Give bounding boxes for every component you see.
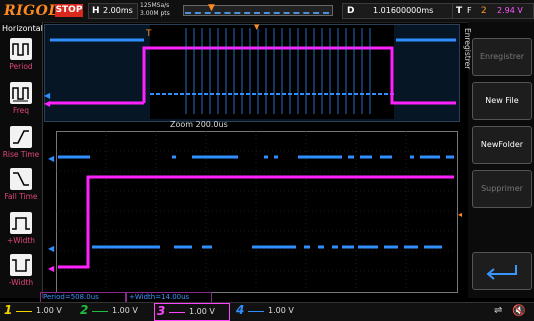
rise-time-label: Rise Time [2, 150, 40, 159]
delay-value: 1.01600000ms [373, 6, 434, 15]
new-folder-button[interactable]: NewFolder [472, 126, 532, 164]
channel-1-number: 1 [4, 303, 13, 317]
measure-negative-width[interactable]: -Width [0, 254, 42, 296]
channel-3-number: 3 [157, 304, 166, 318]
fall-time-label: Fall Time [4, 192, 38, 201]
trigger-key: T [456, 6, 463, 16]
timebase-value: 2.00ms [103, 6, 133, 15]
period-label: Period [9, 62, 33, 71]
trigger-level-marker: ◀ [458, 210, 462, 219]
brand-logo: RIGOL [4, 3, 59, 19]
overview-ch3-level-marker: ◀ [44, 99, 51, 108]
fall-time-icon [10, 168, 32, 190]
trigger-type: F [467, 6, 472, 15]
memory-position-strip[interactable]: ▼ [183, 3, 333, 16]
channel-4-color-bar [248, 311, 264, 312]
softkey-menu-title: Enregistrer [463, 28, 472, 70]
channel-4-button[interactable]: 4 1.00 V [234, 303, 308, 319]
delay-key: D [347, 6, 355, 16]
positive-width-label: +Width [6, 236, 36, 245]
grid-lines [56, 131, 456, 291]
negative-width-label: -Width [8, 278, 34, 287]
horizontal-key: H [92, 6, 100, 16]
new-file-button[interactable]: New File [472, 82, 532, 120]
channel-2-color-bar [92, 311, 108, 312]
overview-traces: T ▼ ◀ ◀ [44, 24, 456, 114]
positive-width-icon [10, 212, 32, 234]
channel-4-number: 4 [236, 303, 245, 317]
sample-rate: 125MSa/s [140, 2, 170, 9]
trigger-source: 2 [481, 6, 487, 16]
timebase-box[interactable]: H 2.00ms [88, 3, 138, 19]
usb-icon: ⇌ [494, 305, 503, 316]
trigger-box[interactable]: T F 2 2.94 V [452, 3, 534, 19]
ch3-trace [58, 175, 454, 269]
measure-rise-time[interactable]: Rise Time [0, 126, 42, 168]
ch4-trace [58, 155, 454, 249]
channel-3-button[interactable]: 3 1.00 V [154, 303, 230, 321]
channel-2-scale: 1.00 V [112, 306, 138, 315]
channel-1-color-bar [16, 311, 32, 312]
rise-time-icon [10, 126, 32, 148]
speaker-muted-icon[interactable]: 🔇 [512, 304, 526, 317]
delete-button[interactable]: Supprimer [472, 170, 532, 208]
run-stop-badge[interactable]: STOP [55, 4, 83, 17]
frequency-icon [10, 82, 32, 104]
measure-frequency[interactable]: Freq [0, 82, 42, 124]
period-icon [10, 38, 32, 60]
frequency-label: Freq [12, 106, 30, 115]
ch4-ground-marker: ◀ [48, 244, 55, 253]
channel-2-button[interactable]: 2 1.00 V [78, 303, 152, 319]
memory-depth: 3.00M pts [140, 10, 170, 17]
overview-burst-lines [185, 28, 371, 114]
overview-trigger-marker: T [145, 29, 152, 39]
overview-center-marker: ▼ [254, 24, 260, 31]
acquisition-info: 125MSa/s 3.00M pts [140, 2, 180, 18]
ch3-ground-marker: ◀ [48, 264, 55, 273]
trigger-position-marker: ▼ [208, 3, 215, 13]
channel-1-scale: 1.00 V [36, 306, 62, 315]
measure-fall-time[interactable]: Fall Time [0, 168, 42, 210]
negative-width-icon [10, 254, 32, 276]
channel-1-button[interactable]: 1 1.00 V [2, 303, 76, 319]
channel-3-color-bar [169, 312, 185, 313]
zoom-label: Zoom 200.0us [170, 120, 228, 129]
menu-title: Horizontal [2, 24, 43, 33]
save-button[interactable]: Enregistrer [472, 38, 532, 76]
ch4-level-marker: ◀ [48, 154, 55, 163]
channel-4-scale: 1.00 V [268, 306, 294, 315]
memory-strip-fill [185, 7, 329, 14]
channel-3-scale: 1.00 V [189, 307, 215, 316]
trigger-level: 2.94 V [497, 6, 523, 15]
return-icon [486, 265, 517, 280]
delay-box[interactable]: D 1.01600000ms [342, 3, 462, 19]
measure-positive-width[interactable]: +Width [0, 212, 42, 254]
channel-2-number: 2 [80, 303, 89, 317]
measure-period[interactable]: Period [0, 38, 42, 80]
return-button[interactable] [472, 252, 532, 290]
main-traces: ◀ ◀ ◀ ◀ [48, 131, 462, 291]
